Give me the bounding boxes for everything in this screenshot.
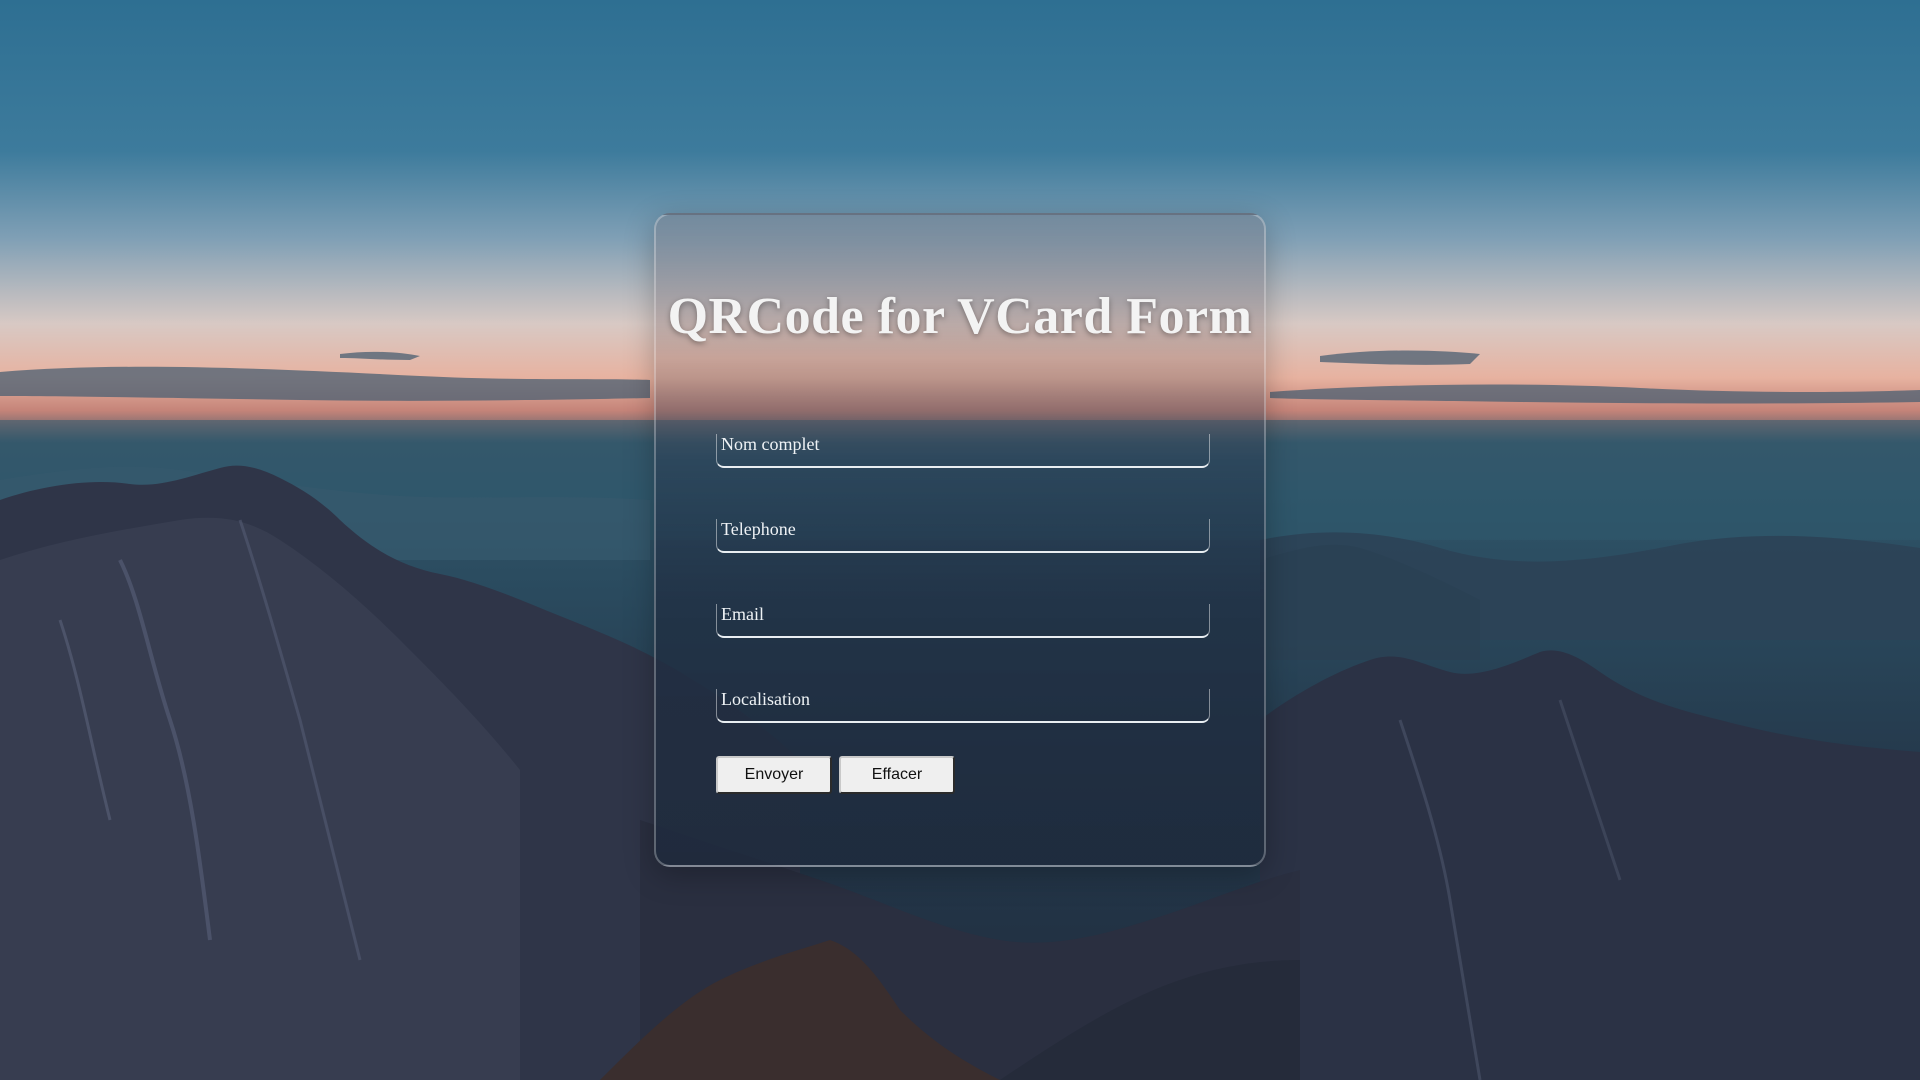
email-input[interactable] [717,604,1213,638]
vcard-form-card: QRCode for VCard Form Nom complet Teleph… [654,213,1266,867]
location-field[interactable]: Localisation [716,689,1213,723]
email-field[interactable]: Email [716,604,1213,638]
telephone-input[interactable] [717,519,1213,553]
full-name-field[interactable]: Nom complet [716,434,1213,468]
reset-button[interactable]: Effacer [839,756,955,794]
form-title: QRCode for VCard Form [667,288,1253,345]
location-input[interactable] [717,689,1213,723]
full-name-input[interactable] [717,434,1213,468]
submit-button[interactable]: Envoyer [716,756,832,794]
telephone-field[interactable]: Telephone [716,519,1213,553]
